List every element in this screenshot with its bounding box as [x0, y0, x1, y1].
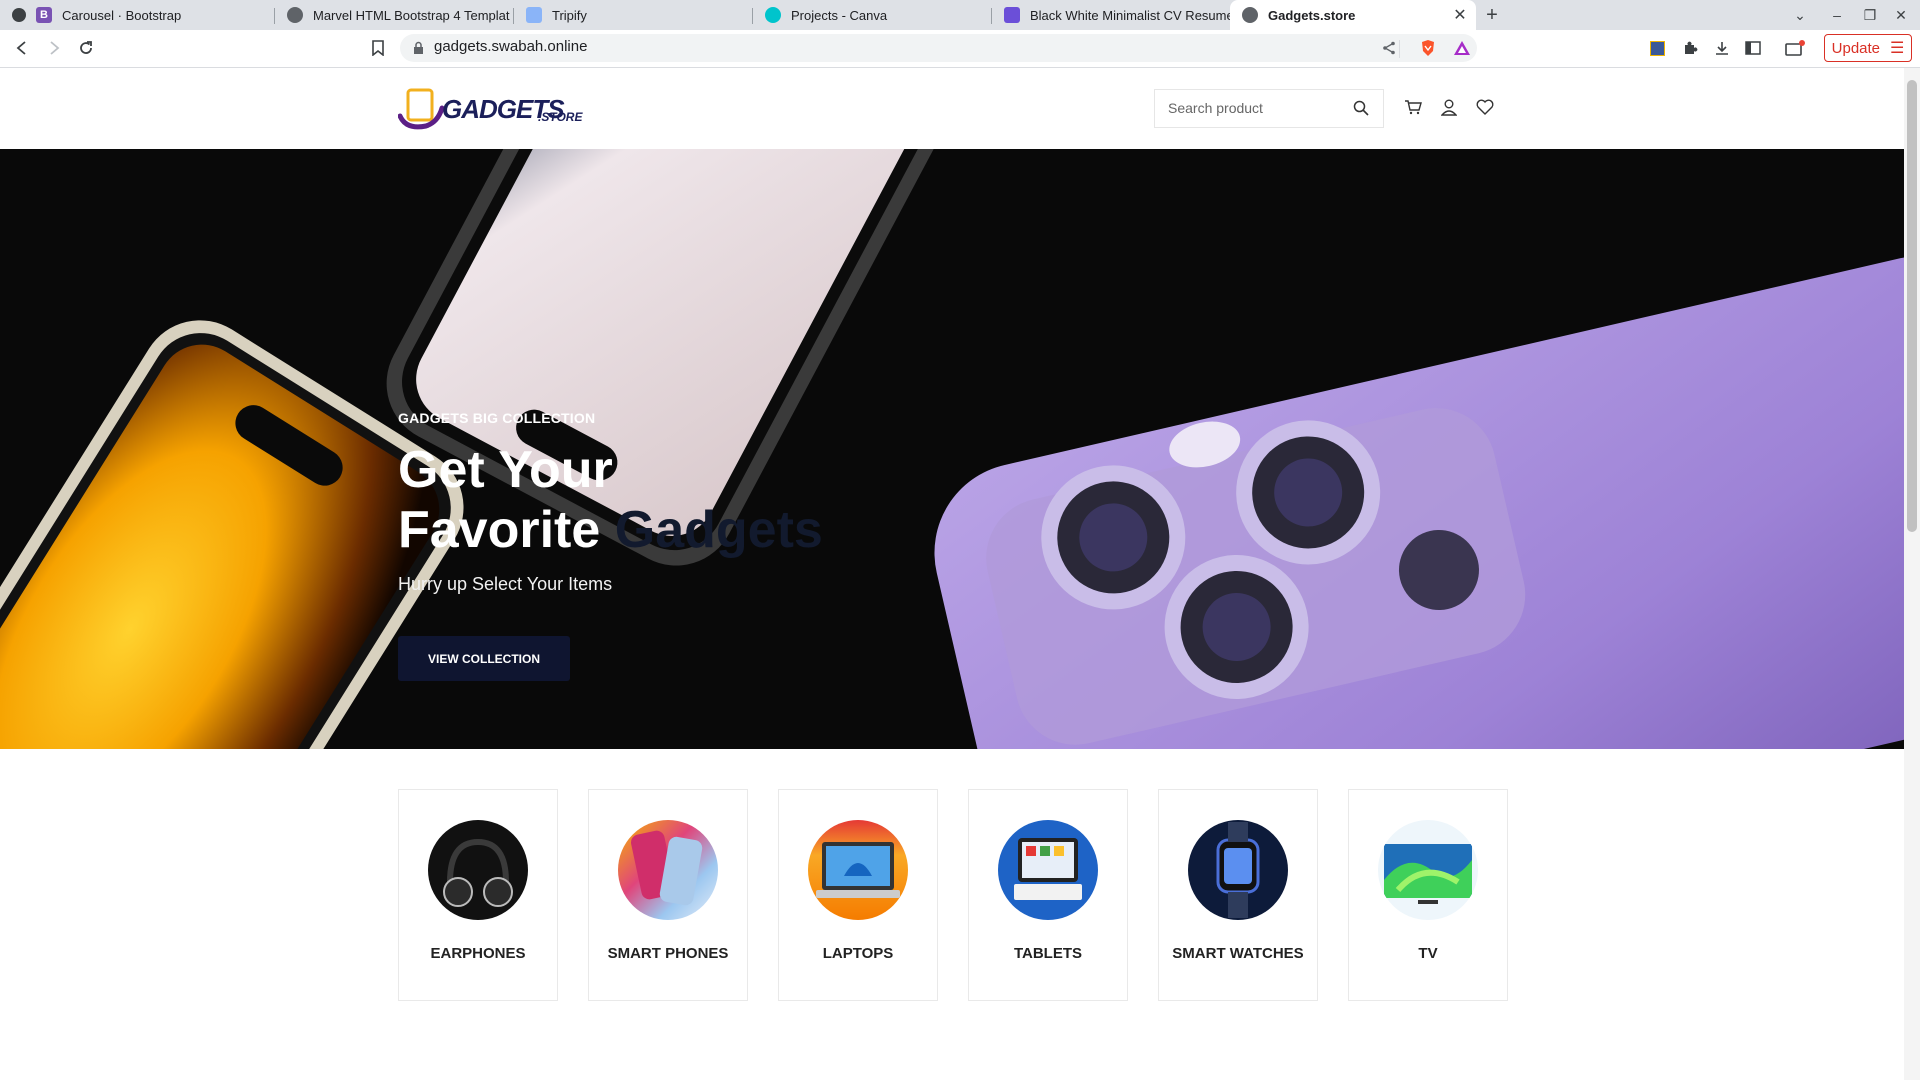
- hero-title-line2: Favorite Gadgets: [398, 500, 823, 560]
- hero-kicker: GADGETS BIG COLLECTION: [398, 410, 596, 426]
- category-label: SMART PHONES: [607, 945, 729, 962]
- scrollbar-thumb[interactable]: [1907, 80, 1917, 532]
- tab-gadgets-store[interactable]: Gadgets.store ✕: [1230, 0, 1476, 30]
- search-icon[interactable]: [1353, 100, 1369, 121]
- category-label: TV: [1418, 945, 1438, 962]
- laptops-image: [808, 820, 908, 920]
- restore-icon[interactable]: ❐: [1858, 0, 1882, 30]
- chatgpt-icon: [12, 8, 26, 22]
- category-label: EARPHONES: [430, 945, 526, 962]
- tv-image: [1378, 820, 1478, 920]
- tab-cv-resume[interactable]: Black White Minimalist CV Resume: [992, 0, 1230, 30]
- hero-title-gadgets: Gadgets: [614, 501, 823, 559]
- tab-title: Tripify: [552, 7, 587, 23]
- update-button[interactable]: Update ☰: [1824, 34, 1912, 62]
- canva-doc-icon: [1004, 7, 1020, 23]
- earphones-image: [428, 820, 528, 920]
- globe-icon: [1242, 7, 1258, 23]
- brave-rewards-icon[interactable]: [1450, 36, 1474, 60]
- site-logo[interactable]: GADGETS .STORE: [398, 86, 583, 134]
- hero-title: Get Your Favorite Gadgets: [398, 440, 823, 560]
- brave-shield-icon[interactable]: [1416, 36, 1440, 60]
- wishlist-heart-icon[interactable]: [1474, 96, 1496, 118]
- logo-suffix: .STORE: [538, 110, 583, 124]
- hero-subtitle: Hurry up Select Your Items: [398, 574, 613, 594]
- view-collection-button[interactable]: VIEW COLLECTION: [398, 636, 570, 681]
- smart-phones-image: [618, 820, 718, 920]
- extension-square-icon[interactable]: [1645, 36, 1669, 60]
- minimize-icon[interactable]: –: [1825, 0, 1849, 30]
- tab-carousel[interactable]: B Carousel · Bootstrap: [0, 0, 274, 30]
- download-icon[interactable]: [1710, 36, 1734, 60]
- site-header: [0, 68, 1904, 149]
- update-label: Update: [1831, 39, 1881, 57]
- category-label: LAPTOPS: [822, 945, 894, 962]
- wallet-icon[interactable]: [1783, 36, 1807, 60]
- extensions-puzzle-icon[interactable]: [1678, 36, 1702, 60]
- tab-title: Black White Minimalist CV Resume: [1030, 7, 1230, 23]
- category-card-tv[interactable]: TV: [1348, 789, 1508, 1001]
- cart-icon[interactable]: [1402, 96, 1424, 118]
- hero-title-favorite: Favorite: [398, 501, 601, 559]
- lock-icon: [413, 41, 424, 60]
- tab-canva[interactable]: Projects - Canva: [753, 0, 991, 30]
- category-label: TABLETS: [1013, 945, 1083, 962]
- back-icon[interactable]: [10, 36, 34, 60]
- menu-icon: ☰: [1890, 40, 1905, 57]
- search-input[interactable]: Search product: [1168, 100, 1263, 116]
- sidebar-icon[interactable]: [1741, 36, 1765, 60]
- reload-icon[interactable]: [74, 36, 98, 60]
- tablets-image: [998, 820, 1098, 920]
- category-label: SMART WATCHES: [1172, 945, 1304, 962]
- logo-mark-icon: [398, 88, 444, 130]
- tab-title: Marvel HTML Bootstrap 4 Templat: [313, 7, 510, 23]
- tab-title: Gadgets.store: [1268, 7, 1356, 23]
- bootstrap-icon: B: [36, 7, 52, 23]
- hero-title-line1: Get Your: [398, 441, 613, 499]
- hero-phones-image: [0, 149, 1904, 749]
- hero-banner: [0, 149, 1904, 749]
- tab-search-icon[interactable]: ⌄: [1788, 0, 1812, 30]
- category-card-smart-phones[interactable]: SMART PHONES: [588, 789, 748, 1001]
- divider: [1399, 40, 1400, 58]
- globe-icon: [287, 7, 303, 23]
- url-text[interactable]: gadgets.swabah.online: [434, 38, 587, 55]
- new-tab-button[interactable]: +: [1480, 0, 1504, 30]
- user-icon[interactable]: [1438, 96, 1460, 118]
- category-card-laptops[interactable]: LAPTOPS: [778, 789, 938, 1001]
- close-tab-icon[interactable]: ✕: [1450, 5, 1470, 25]
- canva-icon: [765, 7, 781, 23]
- share-icon[interactable]: [1377, 36, 1401, 60]
- category-card-tablets[interactable]: TABLETS: [968, 789, 1128, 1001]
- category-card-earphones[interactable]: EARPHONES: [398, 789, 558, 1001]
- window-close-icon[interactable]: ✕: [1889, 0, 1913, 30]
- smart-watches-image: [1188, 820, 1288, 920]
- tab-title: Carousel · Bootstrap: [62, 7, 182, 23]
- tab-tripify[interactable]: Tripify: [514, 0, 752, 30]
- category-card-smart-watches[interactable]: SMART WATCHES: [1158, 789, 1318, 1001]
- tripify-icon: [526, 7, 542, 23]
- forward-icon[interactable]: [42, 36, 66, 60]
- tab-title: Projects - Canva: [791, 7, 888, 23]
- bookmark-icon[interactable]: [366, 36, 390, 60]
- tab-marvel[interactable]: Marvel HTML Bootstrap 4 Templat: [275, 0, 513, 30]
